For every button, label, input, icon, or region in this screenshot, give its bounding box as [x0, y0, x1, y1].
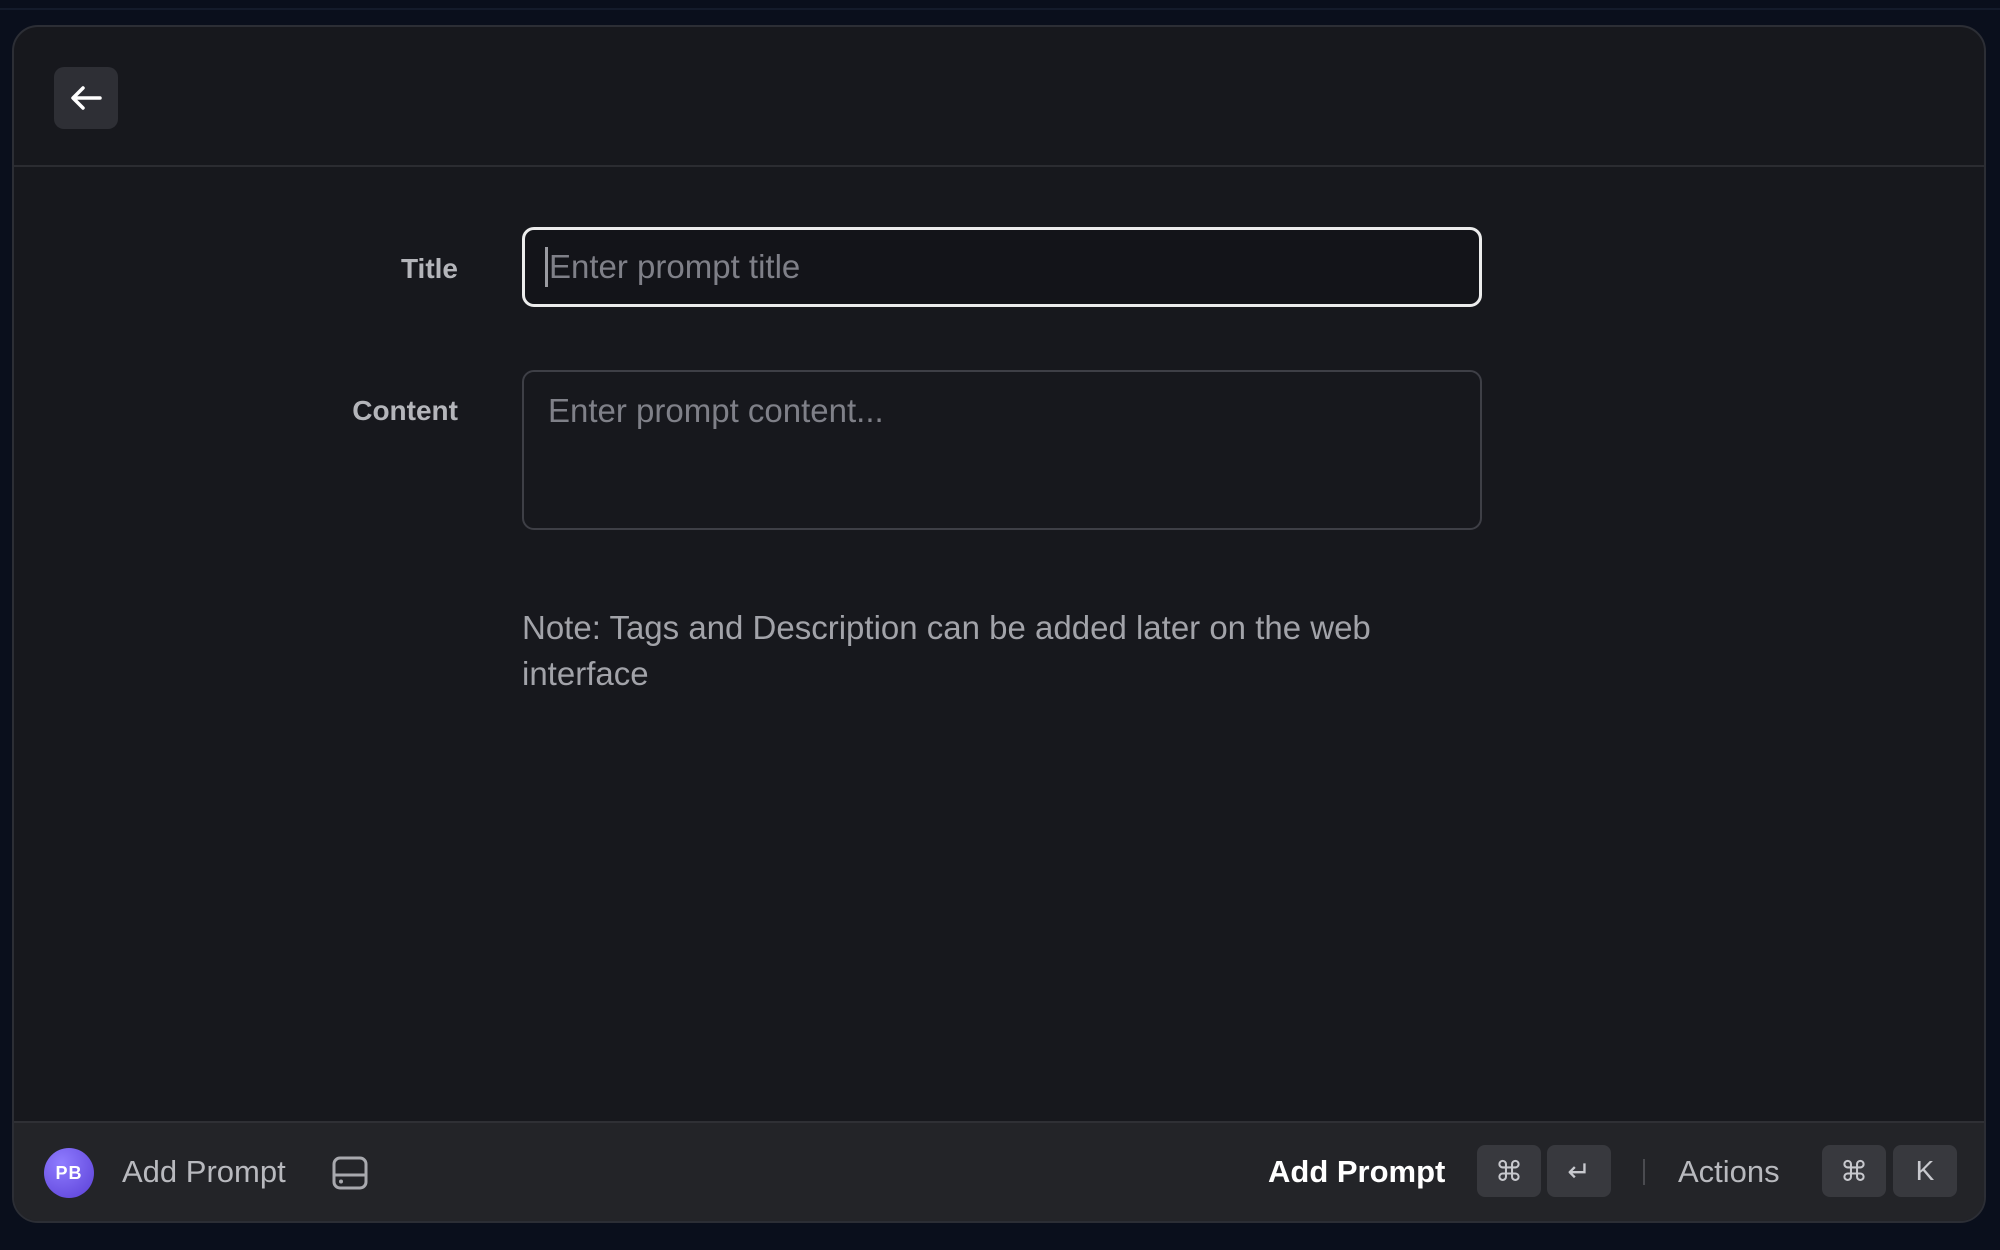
- text-caret: [545, 247, 548, 287]
- bottom-bar: PB Add Prompt Add Prompt ⌘ ↵ Actions ⌘ K: [14, 1121, 1984, 1221]
- arrow-left-icon: [71, 86, 102, 110]
- footer-divider: [1643, 1159, 1645, 1185]
- command-title: Add Prompt: [122, 1154, 286, 1189]
- shortcut-key-command: ⌘: [1822, 1145, 1886, 1197]
- avatar: PB: [44, 1148, 94, 1198]
- content-textarea[interactable]: [522, 370, 1482, 530]
- title-label: Title: [400, 253, 458, 284]
- shortcut-key-command: ⌘: [1477, 1145, 1541, 1197]
- top-bar: [14, 27, 1984, 167]
- backdrop-line: [0, 8, 2000, 10]
- shortcut-key-k: K: [1893, 1145, 1957, 1197]
- back-button[interactable]: [54, 67, 118, 129]
- title-input[interactable]: [522, 227, 1482, 307]
- content-label: Content: [352, 395, 458, 426]
- add-prompt-window: Title Content Note: Tags and Description…: [12, 25, 1986, 1223]
- shortcut-key-enter: ↵: [1547, 1145, 1611, 1197]
- form-note: Note: Tags and Description can be added …: [522, 609, 1371, 692]
- add-prompt-button[interactable]: Add Prompt: [1268, 1154, 1445, 1190]
- actions-button[interactable]: Actions: [1678, 1154, 1780, 1190]
- hard-drive-icon: [332, 1156, 368, 1190]
